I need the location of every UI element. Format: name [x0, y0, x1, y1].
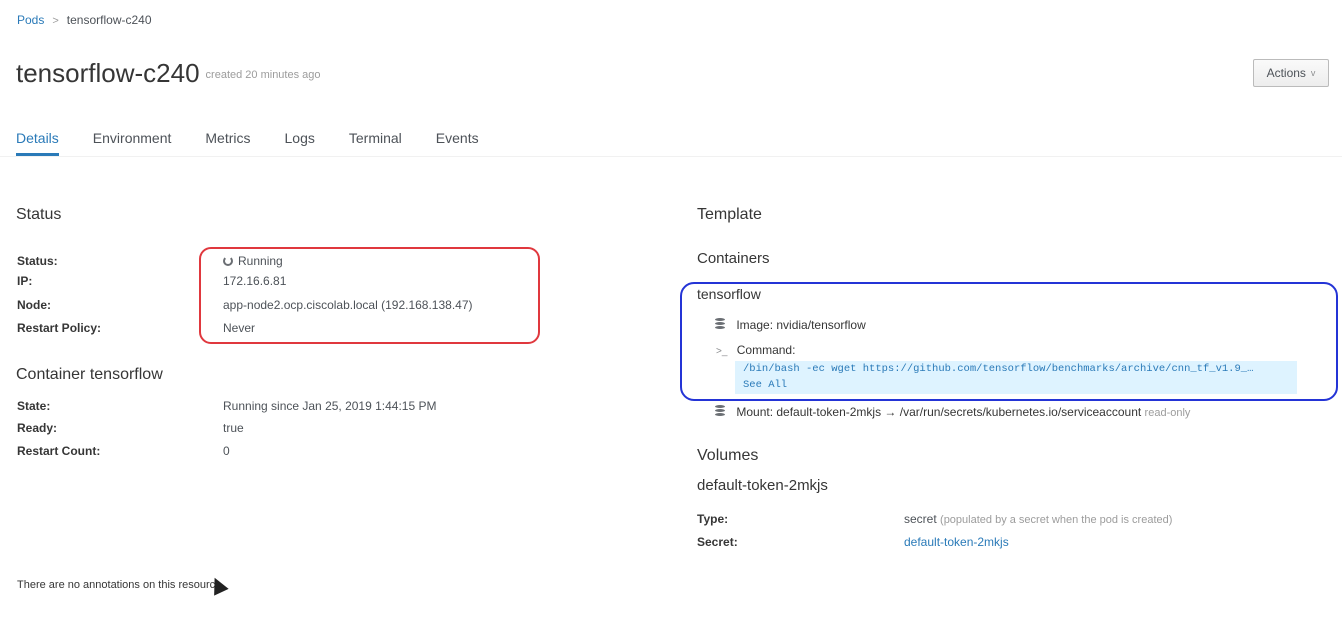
- ready-value: true: [223, 421, 244, 435]
- tab-logs[interactable]: Logs: [285, 130, 315, 156]
- volume-type-text: secret: [904, 512, 937, 526]
- volume-secret-link[interactable]: default-token-2mkjs: [904, 535, 1009, 549]
- tab-terminal[interactable]: Terminal: [349, 130, 402, 156]
- volume-secret-label: Secret:: [697, 535, 738, 549]
- chevron-down-icon: v: [1310, 68, 1316, 78]
- mount-value: default-token-2mkjs → /var/run/secrets/k…: [776, 405, 1142, 419]
- breadcrumb-pods-link[interactable]: Pods: [17, 13, 44, 27]
- tab-bar: Details Environment Metrics Logs Termina…: [16, 130, 513, 156]
- tab-divider: [0, 156, 1342, 157]
- status-highlight-box: [199, 247, 540, 344]
- tab-events[interactable]: Events: [436, 130, 479, 156]
- volume-type-note: (populated by a secret when the pod is c…: [940, 514, 1173, 526]
- breadcrumb: Pods > tensorflow-c240: [17, 13, 152, 27]
- volume-type-value: secret (populated by a secret when the p…: [904, 512, 1172, 526]
- page-title: tensorflow-c240 created 20 minutes ago: [16, 58, 321, 89]
- state-value: Running since Jan 25, 2019 1:44:15 PM: [223, 399, 437, 413]
- breadcrumb-separator: >: [52, 15, 59, 27]
- node-label: Node:: [17, 298, 51, 312]
- mouse-cursor-icon: [207, 574, 229, 596]
- mount-mode: read-only: [1144, 407, 1191, 419]
- pod-name: tensorflow-c240: [16, 58, 200, 88]
- container-heading: Container tensorflow: [16, 366, 163, 383]
- ip-label: IP:: [17, 274, 33, 288]
- created-time: created 20 minutes ago: [205, 69, 321, 82]
- annotations-text: There are no annotations on this resourc…: [17, 579, 225, 591]
- template-heading: Template: [697, 206, 762, 223]
- tab-environment[interactable]: Environment: [93, 130, 172, 156]
- tab-metrics[interactable]: Metrics: [205, 130, 250, 156]
- container-highlight-box: [680, 282, 1338, 401]
- ready-label: Ready:: [17, 421, 58, 435]
- actions-label: Actions: [1266, 66, 1306, 80]
- breadcrumb-current: tensorflow-c240: [66, 13, 152, 27]
- mount-icon: [715, 405, 725, 416]
- mount-label: Mount:: [736, 405, 774, 419]
- restart-count-value: 0: [223, 444, 230, 458]
- actions-button[interactable]: Actions v: [1253, 59, 1329, 87]
- mount-row: Mount: default-token-2mkjs → /var/run/se…: [715, 405, 1190, 419]
- restart-count-label: Restart Count:: [17, 444, 101, 458]
- state-label: State:: [17, 399, 51, 413]
- volume-type-label: Type:: [697, 512, 729, 526]
- volumes-heading: Volumes: [697, 447, 759, 464]
- tab-details[interactable]: Details: [16, 130, 59, 156]
- restart-policy-label: Restart Policy:: [17, 321, 102, 335]
- volume-name: default-token-2mkjs: [697, 477, 828, 494]
- containers-heading: Containers: [697, 250, 770, 267]
- status-heading: Status: [16, 206, 62, 223]
- status-label: Status:: [17, 254, 58, 268]
